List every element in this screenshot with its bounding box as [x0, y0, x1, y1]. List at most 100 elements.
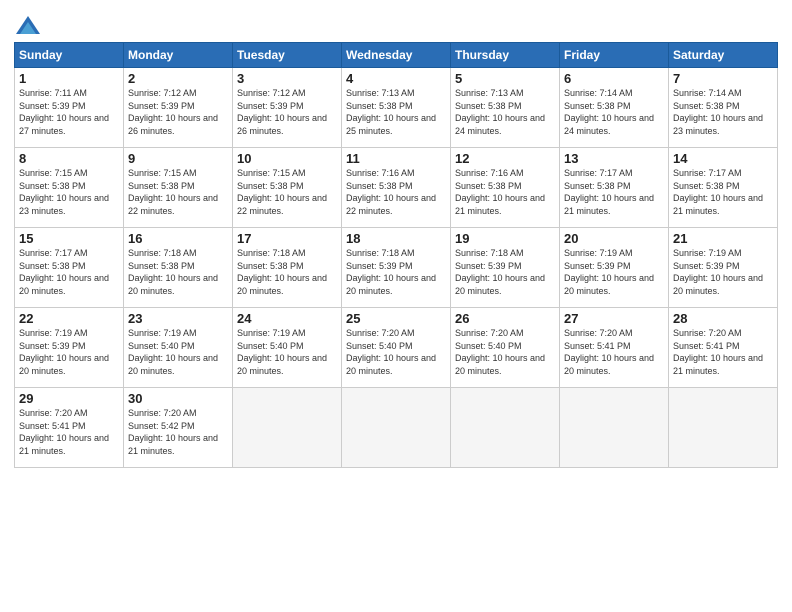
- column-header-friday: Friday: [560, 43, 669, 68]
- day-number: 22: [19, 311, 119, 326]
- day-number: 17: [237, 231, 337, 246]
- day-info: Sunrise: 7:18 AM Sunset: 5:39 PM Dayligh…: [346, 247, 446, 297]
- calendar-cell: 2 Sunrise: 7:12 AM Sunset: 5:39 PM Dayli…: [124, 68, 233, 148]
- week-row-4: 22 Sunrise: 7:19 AM Sunset: 5:39 PM Dayl…: [15, 308, 778, 388]
- calendar-cell: 16 Sunrise: 7:18 AM Sunset: 5:38 PM Dayl…: [124, 228, 233, 308]
- calendar-cell: 12 Sunrise: 7:16 AM Sunset: 5:38 PM Dayl…: [451, 148, 560, 228]
- calendar-cell: 20 Sunrise: 7:19 AM Sunset: 5:39 PM Dayl…: [560, 228, 669, 308]
- day-info: Sunrise: 7:19 AM Sunset: 5:40 PM Dayligh…: [237, 327, 337, 377]
- day-info: Sunrise: 7:20 AM Sunset: 5:40 PM Dayligh…: [346, 327, 446, 377]
- week-row-1: 1 Sunrise: 7:11 AM Sunset: 5:39 PM Dayli…: [15, 68, 778, 148]
- day-info: Sunrise: 7:12 AM Sunset: 5:39 PM Dayligh…: [237, 87, 337, 137]
- calendar-cell: 25 Sunrise: 7:20 AM Sunset: 5:40 PM Dayl…: [342, 308, 451, 388]
- column-header-saturday: Saturday: [669, 43, 778, 68]
- day-number: 8: [19, 151, 119, 166]
- calendar-cell: 17 Sunrise: 7:18 AM Sunset: 5:38 PM Dayl…: [233, 228, 342, 308]
- calendar-cell: 13 Sunrise: 7:17 AM Sunset: 5:38 PM Dayl…: [560, 148, 669, 228]
- column-header-tuesday: Tuesday: [233, 43, 342, 68]
- calendar-cell: 22 Sunrise: 7:19 AM Sunset: 5:39 PM Dayl…: [15, 308, 124, 388]
- calendar-cell: [669, 388, 778, 468]
- calendar-cell: 1 Sunrise: 7:11 AM Sunset: 5:39 PM Dayli…: [15, 68, 124, 148]
- day-info: Sunrise: 7:16 AM Sunset: 5:38 PM Dayligh…: [346, 167, 446, 217]
- day-info: Sunrise: 7:19 AM Sunset: 5:39 PM Dayligh…: [19, 327, 119, 377]
- day-number: 21: [673, 231, 773, 246]
- day-info: Sunrise: 7:20 AM Sunset: 5:41 PM Dayligh…: [19, 407, 119, 457]
- calendar-cell: 26 Sunrise: 7:20 AM Sunset: 5:40 PM Dayl…: [451, 308, 560, 388]
- calendar-cell: 29 Sunrise: 7:20 AM Sunset: 5:41 PM Dayl…: [15, 388, 124, 468]
- calendar-cell: 4 Sunrise: 7:13 AM Sunset: 5:38 PM Dayli…: [342, 68, 451, 148]
- day-number: 16: [128, 231, 228, 246]
- calendar-cell: 3 Sunrise: 7:12 AM Sunset: 5:39 PM Dayli…: [233, 68, 342, 148]
- day-number: 20: [564, 231, 664, 246]
- calendar-cell: 21 Sunrise: 7:19 AM Sunset: 5:39 PM Dayl…: [669, 228, 778, 308]
- day-number: 6: [564, 71, 664, 86]
- calendar-cell: 15 Sunrise: 7:17 AM Sunset: 5:38 PM Dayl…: [15, 228, 124, 308]
- week-row-3: 15 Sunrise: 7:17 AM Sunset: 5:38 PM Dayl…: [15, 228, 778, 308]
- column-header-sunday: Sunday: [15, 43, 124, 68]
- day-info: Sunrise: 7:13 AM Sunset: 5:38 PM Dayligh…: [346, 87, 446, 137]
- column-header-monday: Monday: [124, 43, 233, 68]
- week-row-5: 29 Sunrise: 7:20 AM Sunset: 5:41 PM Dayl…: [15, 388, 778, 468]
- day-info: Sunrise: 7:16 AM Sunset: 5:38 PM Dayligh…: [455, 167, 555, 217]
- calendar-cell: 28 Sunrise: 7:20 AM Sunset: 5:41 PM Dayl…: [669, 308, 778, 388]
- day-number: 14: [673, 151, 773, 166]
- day-number: 13: [564, 151, 664, 166]
- calendar-cell: [342, 388, 451, 468]
- day-number: 1: [19, 71, 119, 86]
- day-info: Sunrise: 7:14 AM Sunset: 5:38 PM Dayligh…: [564, 87, 664, 137]
- calendar-cell: 27 Sunrise: 7:20 AM Sunset: 5:41 PM Dayl…: [560, 308, 669, 388]
- calendar-cell: 18 Sunrise: 7:18 AM Sunset: 5:39 PM Dayl…: [342, 228, 451, 308]
- day-number: 5: [455, 71, 555, 86]
- day-number: 2: [128, 71, 228, 86]
- day-info: Sunrise: 7:17 AM Sunset: 5:38 PM Dayligh…: [673, 167, 773, 217]
- day-number: 23: [128, 311, 228, 326]
- calendar-cell: 5 Sunrise: 7:13 AM Sunset: 5:38 PM Dayli…: [451, 68, 560, 148]
- day-info: Sunrise: 7:19 AM Sunset: 5:39 PM Dayligh…: [673, 247, 773, 297]
- day-info: Sunrise: 7:17 AM Sunset: 5:38 PM Dayligh…: [564, 167, 664, 217]
- logo: [14, 14, 44, 38]
- calendar-cell: 7 Sunrise: 7:14 AM Sunset: 5:38 PM Dayli…: [669, 68, 778, 148]
- day-number: 26: [455, 311, 555, 326]
- calendar-cell: 14 Sunrise: 7:17 AM Sunset: 5:38 PM Dayl…: [669, 148, 778, 228]
- day-info: Sunrise: 7:15 AM Sunset: 5:38 PM Dayligh…: [128, 167, 228, 217]
- calendar-cell: 11 Sunrise: 7:16 AM Sunset: 5:38 PM Dayl…: [342, 148, 451, 228]
- day-number: 28: [673, 311, 773, 326]
- day-number: 29: [19, 391, 119, 406]
- calendar-cell: [451, 388, 560, 468]
- day-number: 19: [455, 231, 555, 246]
- header: [14, 10, 778, 38]
- calendar-cell: 30 Sunrise: 7:20 AM Sunset: 5:42 PM Dayl…: [124, 388, 233, 468]
- day-info: Sunrise: 7:20 AM Sunset: 5:42 PM Dayligh…: [128, 407, 228, 457]
- calendar-cell: 8 Sunrise: 7:15 AM Sunset: 5:38 PM Dayli…: [15, 148, 124, 228]
- day-number: 7: [673, 71, 773, 86]
- day-info: Sunrise: 7:19 AM Sunset: 5:39 PM Dayligh…: [564, 247, 664, 297]
- calendar-cell: 23 Sunrise: 7:19 AM Sunset: 5:40 PM Dayl…: [124, 308, 233, 388]
- day-number: 4: [346, 71, 446, 86]
- day-info: Sunrise: 7:18 AM Sunset: 5:38 PM Dayligh…: [128, 247, 228, 297]
- day-info: Sunrise: 7:20 AM Sunset: 5:40 PM Dayligh…: [455, 327, 555, 377]
- day-number: 24: [237, 311, 337, 326]
- day-info: Sunrise: 7:13 AM Sunset: 5:38 PM Dayligh…: [455, 87, 555, 137]
- day-info: Sunrise: 7:15 AM Sunset: 5:38 PM Dayligh…: [237, 167, 337, 217]
- calendar-cell: 24 Sunrise: 7:19 AM Sunset: 5:40 PM Dayl…: [233, 308, 342, 388]
- day-number: 25: [346, 311, 446, 326]
- day-info: Sunrise: 7:17 AM Sunset: 5:38 PM Dayligh…: [19, 247, 119, 297]
- calendar-cell: [233, 388, 342, 468]
- day-info: Sunrise: 7:14 AM Sunset: 5:38 PM Dayligh…: [673, 87, 773, 137]
- day-number: 12: [455, 151, 555, 166]
- day-number: 15: [19, 231, 119, 246]
- logo-icon: [14, 14, 42, 38]
- day-info: Sunrise: 7:20 AM Sunset: 5:41 PM Dayligh…: [564, 327, 664, 377]
- day-number: 11: [346, 151, 446, 166]
- day-number: 3: [237, 71, 337, 86]
- day-info: Sunrise: 7:12 AM Sunset: 5:39 PM Dayligh…: [128, 87, 228, 137]
- calendar-cell: 19 Sunrise: 7:18 AM Sunset: 5:39 PM Dayl…: [451, 228, 560, 308]
- week-row-2: 8 Sunrise: 7:15 AM Sunset: 5:38 PM Dayli…: [15, 148, 778, 228]
- day-number: 18: [346, 231, 446, 246]
- day-number: 9: [128, 151, 228, 166]
- day-number: 27: [564, 311, 664, 326]
- column-header-thursday: Thursday: [451, 43, 560, 68]
- day-info: Sunrise: 7:15 AM Sunset: 5:38 PM Dayligh…: [19, 167, 119, 217]
- calendar-cell: 6 Sunrise: 7:14 AM Sunset: 5:38 PM Dayli…: [560, 68, 669, 148]
- page-container: SundayMondayTuesdayWednesdayThursdayFrid…: [0, 0, 792, 478]
